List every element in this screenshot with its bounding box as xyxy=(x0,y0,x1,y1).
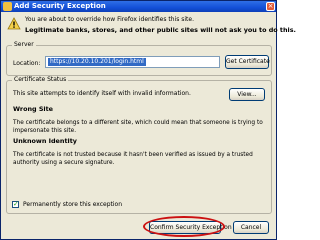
close-icon[interactable]: × xyxy=(266,2,275,11)
location-label: Location: xyxy=(13,60,41,67)
wrong-site-text: The certificate belongs to a different s… xyxy=(13,120,263,134)
status-intro: This site attempts to identify itself wi… xyxy=(13,90,191,97)
certificate-status-group: Certificate Status This site attempts to… xyxy=(6,76,272,214)
get-certificate-button[interactable]: Get Certificate xyxy=(225,55,270,69)
intro-text: You are about to override how Firefox id… xyxy=(25,16,194,23)
certificate-status-legend: Certificate Status xyxy=(12,76,69,83)
warning-text: Legitimate banks, stores, and other publ… xyxy=(25,26,296,34)
location-value: https://10.20.10.201/login.html xyxy=(48,58,146,66)
wrong-site-heading: Wrong Site xyxy=(13,105,54,113)
permanent-label[interactable]: Permanently store this exception xyxy=(23,201,122,208)
checkmark-icon: ✓ xyxy=(13,200,19,208)
cancel-button[interactable]: Cancel xyxy=(233,221,269,234)
dialog-window: Add Security Exception × You are about t… xyxy=(0,0,296,240)
location-input[interactable]: https://10.20.10.201/login.html xyxy=(45,56,220,68)
view-button[interactable]: View... xyxy=(229,88,265,101)
shield-icon xyxy=(3,2,12,11)
permanent-checkbox[interactable]: ✓ xyxy=(12,200,19,208)
title-bar[interactable]: Add Security Exception × xyxy=(1,1,276,12)
server-legend: Server xyxy=(12,41,36,48)
server-group: Server Location: https://10.20.10.201/lo… xyxy=(6,41,272,76)
confirm-exception-button[interactable]: Confirm Security Exception xyxy=(149,221,232,234)
unknown-identity-heading: Unknown Identity xyxy=(13,137,77,145)
unknown-identity-text: The certificate is not trusted because i… xyxy=(13,152,253,166)
warning-triangle-icon xyxy=(7,17,21,30)
window-title: Add Security Exception xyxy=(14,2,106,10)
